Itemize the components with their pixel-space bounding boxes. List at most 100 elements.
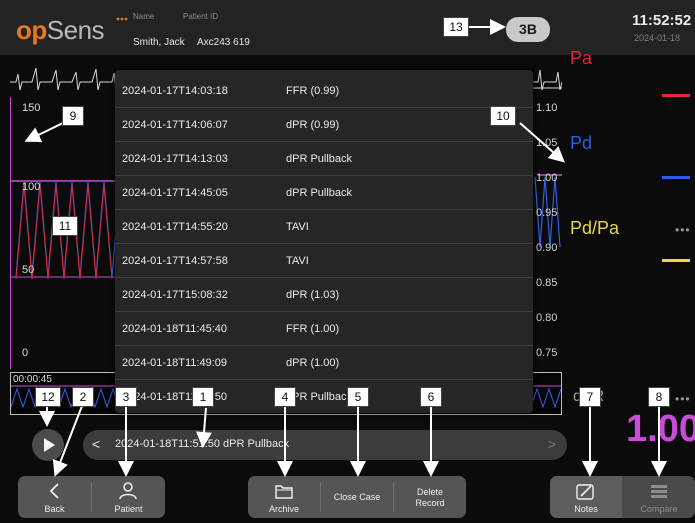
patient-name: Smith, Jack xyxy=(133,37,185,48)
room-badge[interactable]: 3B xyxy=(506,17,550,42)
record-row[interactable]: 2024-01-17T14:03:18 FFR (0.99) xyxy=(115,74,533,108)
record-type: TAVI xyxy=(286,255,309,267)
notes-button-group: Notes Compare xyxy=(550,476,695,518)
person-icon xyxy=(119,482,137,500)
back-button[interactable]: Back xyxy=(18,476,91,518)
pressure-tick: 100 xyxy=(22,181,41,193)
record-time: 2024-01-17T14:57:58 xyxy=(122,255,228,267)
ratio-value: 1.00 xyxy=(626,408,695,450)
nav-button-group: Back Patient xyxy=(18,476,165,518)
compare-icon xyxy=(651,485,667,498)
compare-button[interactable]: Compare xyxy=(623,476,695,518)
pressure-tick: 50 xyxy=(22,264,35,276)
record-type: TAVI xyxy=(286,221,309,233)
logo-dots-icon xyxy=(116,17,128,21)
close-case-button[interactable]: Close Case xyxy=(321,476,393,518)
pressure-tick: 0 xyxy=(22,347,29,359)
archive-label: Archive xyxy=(268,504,299,514)
ratio-tick: 1.00 xyxy=(536,172,558,184)
record-type: dPR (1.00) xyxy=(286,357,340,369)
logo-sens-text: Sens xyxy=(46,15,105,45)
back-chevron-icon xyxy=(49,483,59,499)
close-case-label: Close Case xyxy=(333,492,381,502)
delete-record-button[interactable]: Delete Record xyxy=(394,476,466,518)
folder-icon xyxy=(275,485,293,499)
pdpa-value-dashes xyxy=(662,259,690,262)
record-time: 2024-01-17T14:55:20 xyxy=(122,221,228,233)
callout-13: 13 xyxy=(443,17,469,37)
callout-8: 8 xyxy=(648,387,670,407)
ratio-tick: 0.90 xyxy=(536,242,558,254)
record-time: 2024-01-17T14:13:03 xyxy=(122,153,228,165)
patient-label: Patient xyxy=(114,504,143,514)
record-time: 2024-01-18T11:49:09 xyxy=(122,357,227,369)
previous-record-chevron-icon[interactable]: < xyxy=(92,436,100,452)
callout-9: 9 xyxy=(62,106,84,126)
next-record-chevron-icon[interactable]: > xyxy=(548,436,556,452)
record-row[interactable]: 2024-01-17T15:08:32 dPR (1.03) xyxy=(115,278,533,312)
header-bar: opSens Name Patient ID Smith, Jack Axc24… xyxy=(0,0,695,55)
record-row[interactable]: 2024-01-18T11:51:50 dPR Pullback xyxy=(115,380,533,413)
record-type: FFR (0.99) xyxy=(286,85,340,97)
record-row[interactable]: 2024-01-17T14:57:58 TAVI xyxy=(115,244,533,278)
callout-3: 3 xyxy=(115,387,137,407)
ratio-tick: 0.85 xyxy=(536,277,558,289)
record-row[interactable]: 2024-01-17T14:13:03 dPR Pullback xyxy=(115,142,533,176)
record-type: dPR (0.99) xyxy=(286,119,340,131)
play-icon xyxy=(44,438,55,452)
record-type: dPR Pullback xyxy=(286,187,353,199)
record-row[interactable]: 2024-01-17T14:55:20 TAVI xyxy=(115,210,533,244)
opsens-logo: opSens xyxy=(16,15,105,46)
pd-pa-placeholder: ••• xyxy=(675,223,691,237)
callout-7: 7 xyxy=(579,387,601,407)
record-time: 2024-01-17T15:08:32 xyxy=(122,289,228,301)
record-row[interactable]: 2024-01-18T11:49:09 dPR (1.00) xyxy=(115,346,533,380)
strip-time: 00:00:45 xyxy=(13,374,52,385)
name-label: Name xyxy=(133,12,155,21)
pencil-icon xyxy=(576,484,594,500)
record-row[interactable]: 2024-01-17T14:06:07 dPR (0.99) xyxy=(115,108,533,142)
notes-label: Notes xyxy=(574,504,598,514)
patient-id-label: Patient ID xyxy=(183,12,219,21)
callout-5: 5 xyxy=(347,387,369,407)
pressure-tick: 150 xyxy=(22,102,41,114)
ratio-placeholder: ••• xyxy=(675,392,691,406)
record-time: 2024-01-17T14:06:07 xyxy=(122,119,228,131)
callout-10: 10 xyxy=(490,106,516,126)
callout-11: 11 xyxy=(52,216,78,236)
record-type: FFR (1.00) xyxy=(286,323,340,335)
callout-6: 6 xyxy=(420,387,442,407)
pa-label: Pa xyxy=(570,48,593,68)
callout-12: 12 xyxy=(35,387,61,407)
date: 2024-01-18 xyxy=(634,33,681,43)
ratio-tick: 1.10 xyxy=(536,102,558,114)
patient-id: Axc243 619 xyxy=(197,37,250,48)
record-type: dPR (1.03) xyxy=(286,289,340,301)
clock: 11:52:52 xyxy=(632,12,692,29)
ratio-tick: 1.05 xyxy=(536,137,558,149)
selected-record[interactable]: 2024-01-18T11:51:50 dPR Pullback xyxy=(115,438,289,450)
play-button[interactable] xyxy=(32,429,64,461)
record-time: 2024-01-18T11:45:40 xyxy=(122,323,227,335)
record-selector[interactable]: < 2024-01-18T11:51:50 dPR Pullback > xyxy=(83,430,567,460)
record-row[interactable]: 2024-01-17T14:45:05 dPR Pullback xyxy=(115,176,533,210)
record-time: 2024-01-17T14:45:05 xyxy=(122,187,228,199)
back-label: Back xyxy=(44,504,65,514)
callout-1: 1 xyxy=(192,387,214,407)
callout-2: 2 xyxy=(72,387,94,407)
callout-4: 4 xyxy=(274,387,296,407)
pa-value-dashes xyxy=(662,94,690,97)
ratio-tick: 0.95 xyxy=(536,207,558,219)
record-type: dPR Pullback xyxy=(286,153,353,165)
archive-button[interactable]: Archive xyxy=(248,476,320,518)
record-list-popup: 2024-01-17T14:03:18 FFR (0.99) 2024-01-17… xyxy=(115,70,533,413)
ratio-tick: 0.80 xyxy=(536,312,558,324)
logo-op-text: op xyxy=(16,15,47,45)
pd-label: Pd xyxy=(570,133,593,153)
record-time: 2024-01-17T14:03:18 xyxy=(122,85,228,97)
record-row[interactable]: 2024-01-18T11:45:40 FFR (1.00) xyxy=(115,312,533,346)
record-button-group: Archive Close Case Delete Record xyxy=(248,476,466,518)
compare-label: Compare xyxy=(640,504,678,514)
notes-button[interactable]: Notes xyxy=(550,476,622,518)
patient-button[interactable]: Patient xyxy=(92,476,165,518)
